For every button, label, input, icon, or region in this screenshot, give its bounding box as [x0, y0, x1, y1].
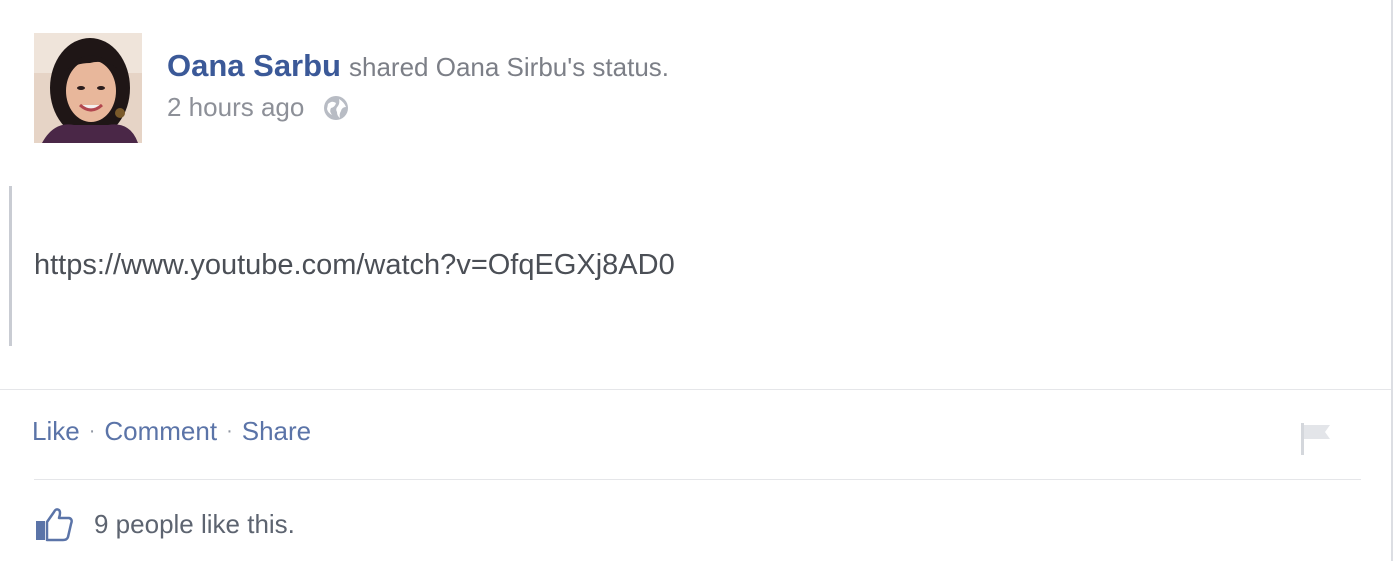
content-divider	[0, 389, 1391, 390]
author-name-link[interactable]: Oana Sarbu	[167, 48, 341, 83]
author-avatar[interactable]	[34, 33, 142, 143]
likes-summary: 9 people like this.	[34, 506, 295, 542]
likes-count-link[interactable]: 9 people like this.	[94, 509, 295, 540]
comment-link[interactable]: Comment	[104, 416, 217, 447]
shared-youtube-link[interactable]: https://www.youtube.com/watch?v=OfqEGXj8…	[34, 249, 675, 282]
story-headline: Oana Sarbu shared Oana Sirbu's status.	[167, 48, 669, 90]
story-meta: 2 hours ago	[167, 92, 350, 123]
action-separator: ·	[88, 420, 96, 442]
action-separator: ·	[226, 420, 233, 442]
story-actions: Like · Comment · Share	[32, 416, 311, 447]
feed-story: Oana Sarbu shared Oana Sirbu's status. 2 …	[0, 0, 1393, 561]
globe-icon[interactable]	[322, 94, 350, 122]
like-link[interactable]: Like	[32, 416, 80, 447]
flag-icon[interactable]	[1298, 420, 1334, 456]
thumbs-up-icon	[34, 506, 74, 542]
timestamp-link[interactable]: 2 hours ago	[167, 92, 304, 123]
share-link[interactable]: Share	[242, 416, 311, 447]
avatar-photo	[34, 33, 142, 143]
quote-bar	[9, 186, 12, 346]
story-action-text: shared Oana Sirbu's status.	[349, 52, 670, 82]
likes-divider	[34, 479, 1361, 480]
